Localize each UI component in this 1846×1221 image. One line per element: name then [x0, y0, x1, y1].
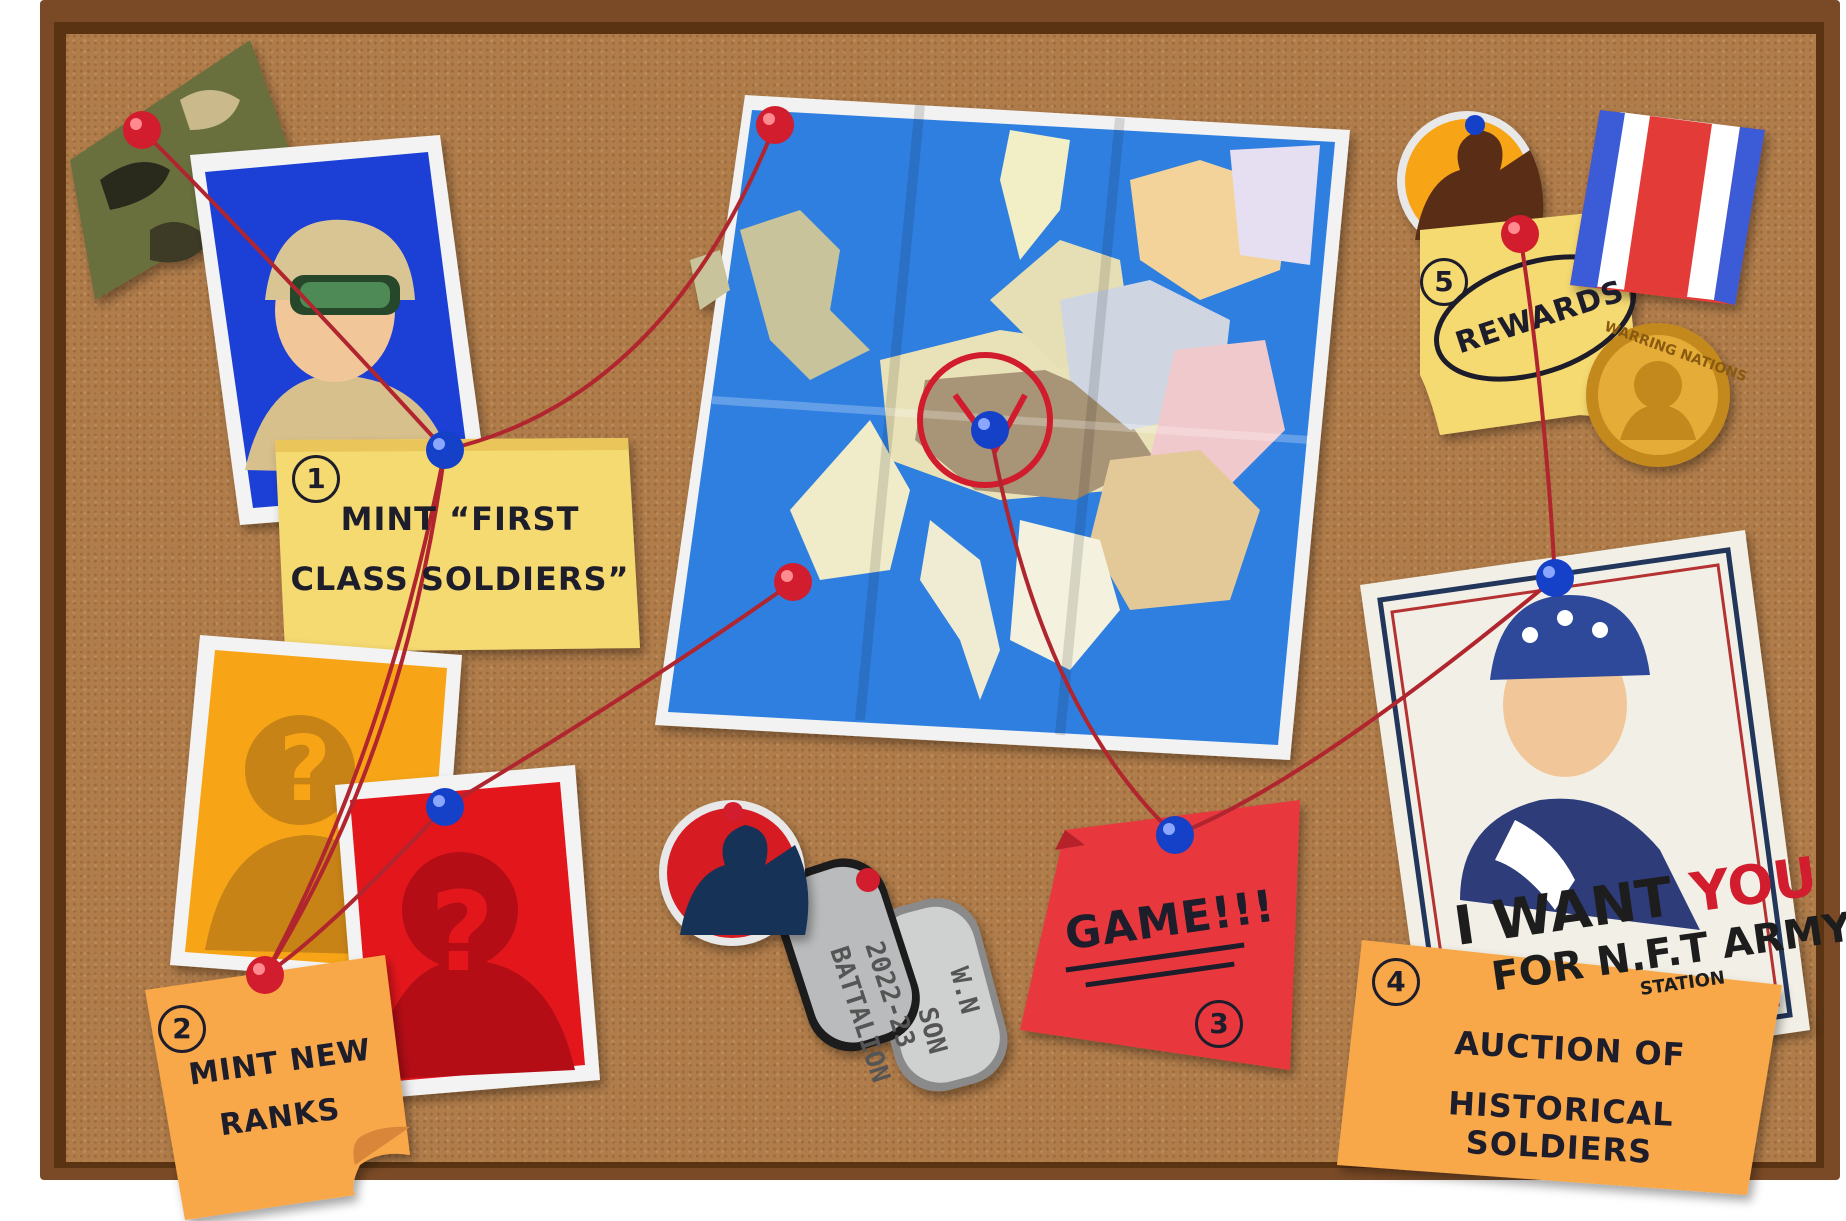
- pin-blue: [1465, 115, 1485, 135]
- pin-red: [1501, 215, 1539, 253]
- pin-blue: [426, 788, 464, 826]
- note-3-number: 3: [1195, 1000, 1243, 1048]
- pin-blue: [1156, 816, 1194, 854]
- svg-text:?: ?: [430, 868, 494, 996]
- pin-red: [723, 802, 743, 822]
- pin-blue: [426, 431, 464, 469]
- note-5-number: 5: [1420, 258, 1468, 306]
- pin-red: [756, 106, 794, 144]
- pin-red: [856, 868, 880, 892]
- note-1-line2: CLASS SOLDIERS”: [290, 560, 630, 598]
- note-2-number: 2: [158, 1005, 206, 1053]
- pin-red: [246, 956, 284, 994]
- svg-text:?: ?: [279, 717, 331, 822]
- pin-blue: [971, 411, 1009, 449]
- pin-blue: [1536, 559, 1574, 597]
- note-1-line1: MINT “FIRST: [340, 500, 580, 538]
- note-4-number: 4: [1372, 958, 1420, 1006]
- pin-red: [774, 563, 812, 601]
- pin-red: [123, 111, 161, 149]
- note-1-number: 1: [292, 455, 340, 503]
